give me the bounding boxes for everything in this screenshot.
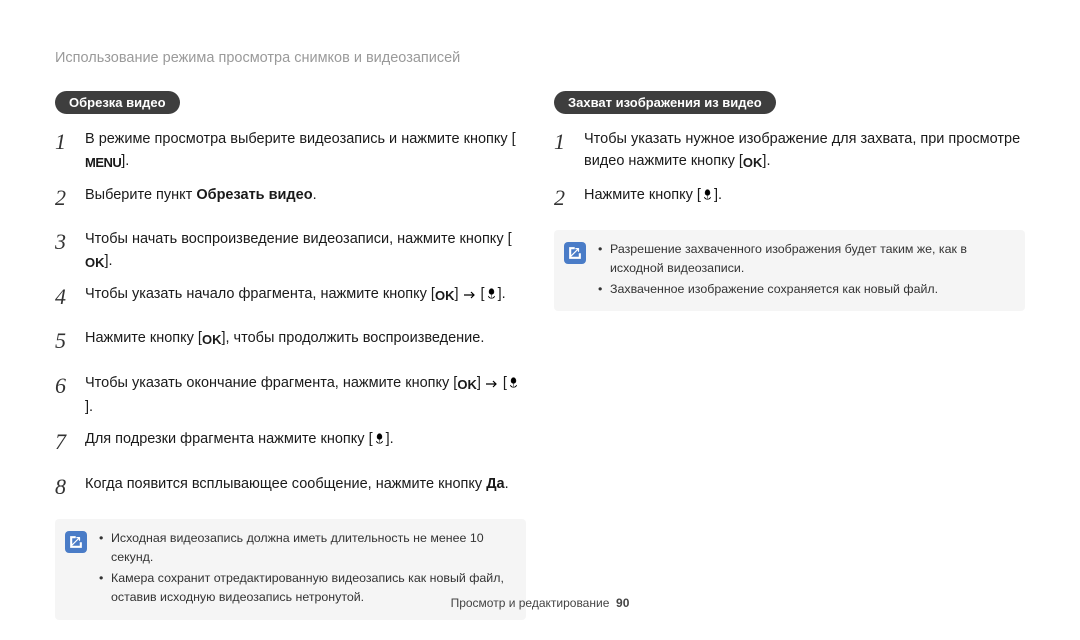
step-number: 6 bbox=[55, 369, 79, 403]
column-left: Обрезка видео 1В режиме просмотра выбери… bbox=[55, 91, 526, 620]
step-number: 1 bbox=[55, 125, 79, 159]
step-text: Нажмите кнопку []. bbox=[584, 184, 1025, 208]
step-text: Нажмите кнопку [OK], чтобы продолжить во… bbox=[85, 327, 526, 350]
step: 2 Выберите пункт Обрезать видео. bbox=[55, 184, 526, 218]
step-number: 3 bbox=[55, 225, 79, 259]
steps-capture: 1Чтобы указать нужное изображение для за… bbox=[554, 128, 1025, 218]
heading-capture: Захват изображения из видео bbox=[554, 91, 776, 114]
step-text: Чтобы указать нужное изображение для зах… bbox=[584, 128, 1025, 174]
breadcrumb: Использование режима просмотра снимков и… bbox=[55, 50, 1025, 66]
note-item: Захваченное изображение сохраняется как … bbox=[598, 280, 1011, 299]
step-text: Для подрезки фрагмента нажмите кнопку []… bbox=[85, 428, 526, 452]
step: 1Чтобы указать нужное изображение для за… bbox=[554, 128, 1025, 174]
step: 2Нажмите кнопку []. bbox=[554, 184, 1025, 218]
step: 3Чтобы начать воспроизведение видеозапис… bbox=[55, 228, 526, 274]
steps-trim: 1В режиме просмотра выберите видеозапись… bbox=[55, 128, 526, 507]
step-text: Чтобы указать окончание фрагмента, нажми… bbox=[85, 372, 526, 419]
step: 5 Нажмите кнопку [OK], чтобы продолжить в… bbox=[55, 327, 526, 361]
step-text: Чтобы указать начало фрагмента, нажмите … bbox=[85, 283, 526, 307]
note-item: Исходная видеозапись должна иметь длител… bbox=[99, 529, 512, 567]
footer-page: 90 bbox=[616, 596, 629, 610]
note-icon bbox=[564, 242, 586, 264]
step-number: 8 bbox=[55, 470, 79, 504]
step-number: 1 bbox=[554, 125, 578, 159]
ok-icon: OK bbox=[435, 286, 455, 306]
step: 7Для подрезки фрагмента нажмите кнопку [… bbox=[55, 428, 526, 462]
menu-icon: MENU bbox=[85, 153, 121, 173]
ok-icon: OK bbox=[85, 253, 105, 273]
tulip-icon bbox=[701, 186, 714, 208]
ok-icon: OK bbox=[202, 330, 222, 350]
note-item: Разрешение захваченного изображения буде… bbox=[598, 240, 1011, 278]
arrow-icon bbox=[485, 374, 499, 396]
step: 4Чтобы указать начало фрагмента, нажмите… bbox=[55, 283, 526, 317]
step: 6Чтобы указать окончание фрагмента, нажм… bbox=[55, 372, 526, 419]
footer-section: Просмотр и редактирование bbox=[451, 596, 610, 610]
tulip-icon bbox=[507, 374, 520, 396]
tulip-icon bbox=[373, 430, 386, 452]
step-number: 2 bbox=[554, 181, 578, 215]
column-right: Захват изображения из видео 1Чтобы указа… bbox=[554, 91, 1025, 620]
ok-icon: OK bbox=[743, 153, 763, 173]
step-number: 2 bbox=[55, 181, 79, 215]
tulip-icon bbox=[485, 285, 498, 307]
step: 8 Когда появится всплывающее сообщение, н… bbox=[55, 473, 526, 507]
step-text: Когда появится всплывающее сообщение, на… bbox=[85, 473, 526, 495]
arrow-icon bbox=[463, 285, 477, 307]
note-list-capture: Разрешение захваченного изображения буде… bbox=[598, 240, 1011, 300]
step-number: 4 bbox=[55, 280, 79, 314]
page-footer: Просмотр и редактирование 90 bbox=[0, 596, 1080, 610]
step-text: Чтобы начать воспроизведение видеозаписи… bbox=[85, 228, 526, 274]
ok-icon: OK bbox=[457, 375, 477, 395]
step-text: В режиме просмотра выберите видеозапись … bbox=[85, 128, 526, 174]
step-text: Выберите пункт Обрезать видео. bbox=[85, 184, 526, 206]
step: 1В режиме просмотра выберите видеозапись… bbox=[55, 128, 526, 174]
step-number: 5 bbox=[55, 324, 79, 358]
heading-trim-video: Обрезка видео bbox=[55, 91, 180, 114]
step-number: 7 bbox=[55, 425, 79, 459]
note-capture: Разрешение захваченного изображения буде… bbox=[554, 230, 1025, 312]
note-icon bbox=[65, 531, 87, 553]
